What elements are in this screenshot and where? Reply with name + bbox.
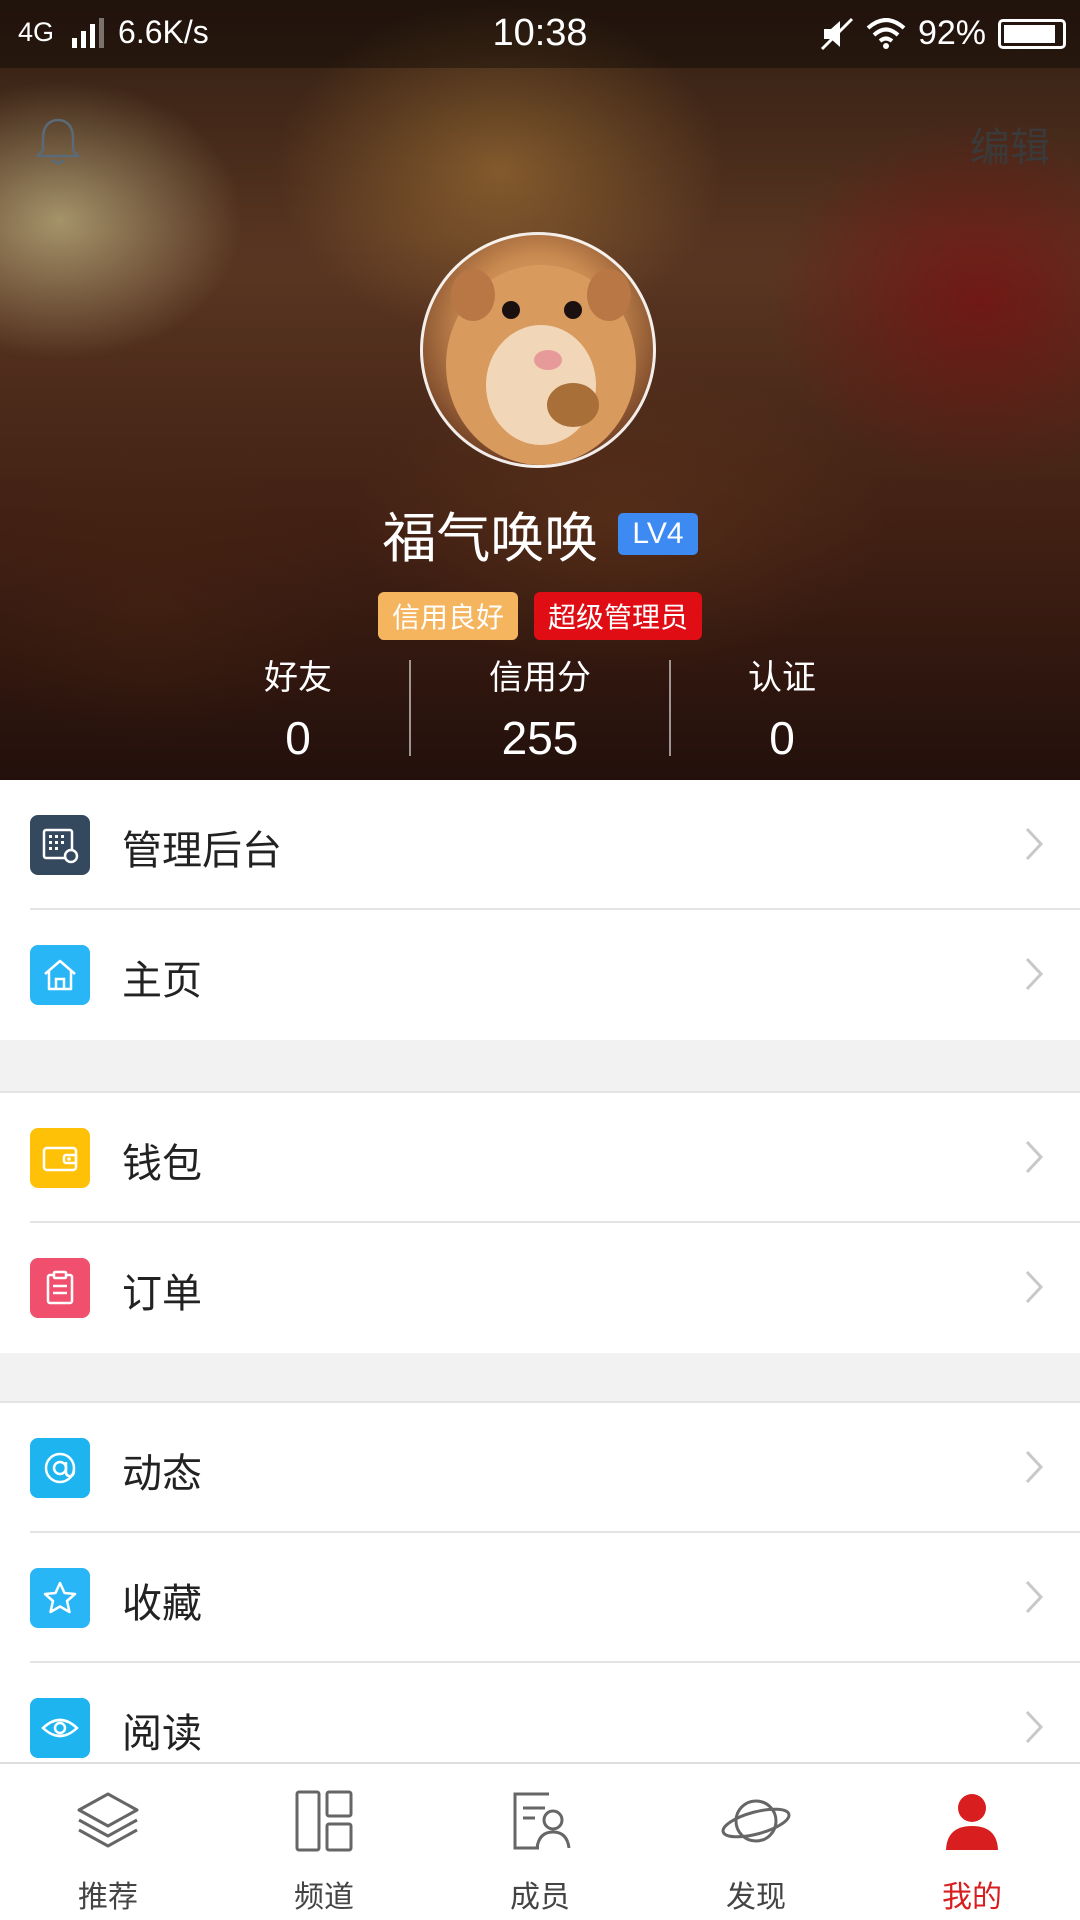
chevron-right-icon: [1025, 1580, 1044, 1614]
menu-item-label: 收藏: [122, 1581, 202, 1627]
stat-label: 认证: [748, 658, 816, 698]
edit-button[interactable]: 编辑: [970, 115, 1050, 173]
nav-tab-channels[interactable]: 频道: [216, 1764, 432, 1920]
nav-tab-recommend[interactable]: 推荐: [0, 1764, 216, 1920]
admin-panel-icon: [30, 815, 90, 875]
stat-verification[interactable]: 认证 0: [662, 650, 902, 765]
at-icon: [30, 1438, 90, 1498]
chevron-right-icon: [1025, 957, 1044, 991]
grid-icon: [295, 1790, 353, 1852]
menu-item-wallet[interactable]: 钱包: [0, 1093, 1080, 1223]
nav-label: 推荐: [78, 1880, 138, 1915]
nav-label: 我的: [942, 1880, 1002, 1915]
member-card-icon: [513, 1792, 571, 1850]
stats-bar: 好友 0 信用分 255 认证 0: [0, 650, 1080, 764]
stat-label: 好友: [264, 658, 332, 698]
bell-icon[interactable]: [34, 116, 82, 172]
menu-item-label: 阅读: [122, 1711, 202, 1757]
nav-tab-discover[interactable]: 发现: [648, 1764, 864, 1920]
menu-item-label: 动态: [122, 1451, 202, 1497]
menu-item-admin-panel[interactable]: 管理后台: [0, 780, 1080, 910]
menu-group-admin: 管理后台 主页: [0, 780, 1080, 1040]
menu-group-content: 动态 收藏 阅读: [0, 1401, 1080, 1793]
bottom-nav: 推荐 频道 成员 发现 我的: [0, 1762, 1080, 1920]
menu-item-orders[interactable]: 订单: [0, 1223, 1080, 1353]
admin-tag: 超级管理员: [534, 592, 703, 640]
profile-header: 4G 6.6K/s 10:38 92% 编辑 福气唤唤 LV4 信用良好 超级管…: [0, 0, 1080, 780]
wifi-icon: [866, 17, 906, 49]
credit-tag: 信用良好: [377, 592, 518, 640]
stat-value: 255: [501, 712, 579, 764]
menu-group-finance: 钱包 订单: [0, 1091, 1080, 1353]
stat-friends[interactable]: 好友 0: [178, 650, 418, 765]
chevron-right-icon: [1025, 1450, 1044, 1484]
planet-icon: [721, 1799, 791, 1843]
menu-item-label: 钱包: [122, 1141, 202, 1187]
nav-label: 频道: [294, 1880, 354, 1915]
nav-tab-members[interactable]: 成员: [432, 1764, 648, 1920]
menu-item-label: 主页: [122, 958, 202, 1004]
order-icon: [30, 1258, 90, 1318]
nav-label: 成员: [510, 1880, 570, 1915]
stat-divider: [409, 660, 411, 756]
nav-label: 发现: [726, 1880, 786, 1915]
battery-percent: 92%: [917, 14, 986, 52]
stat-value: 0: [285, 712, 311, 764]
menu-item-favorites[interactable]: 收藏: [0, 1533, 1080, 1663]
status-bar: 4G 6.6K/s 10:38 92%: [0, 0, 1080, 68]
chevron-right-icon: [1025, 827, 1044, 861]
nav-tab-mine[interactable]: 我的: [864, 1764, 1080, 1920]
user-icon: [946, 1794, 998, 1850]
username: 福气唤唤: [382, 507, 599, 570]
menu-item-label: 管理后台: [122, 828, 282, 874]
level-badge: LV4: [618, 512, 698, 555]
stat-credit-score[interactable]: 信用分 255: [420, 650, 660, 765]
stat-label: 信用分: [489, 658, 591, 698]
stat-value: 0: [769, 712, 795, 764]
menu-item-label: 订单: [122, 1271, 202, 1317]
chevron-right-icon: [1025, 1270, 1044, 1304]
chevron-right-icon: [1025, 1140, 1044, 1174]
wallet-icon: [30, 1128, 90, 1188]
chevron-right-icon: [1025, 1710, 1044, 1744]
layers-icon: [77, 1792, 139, 1848]
eye-icon: [30, 1698, 90, 1758]
star-icon: [30, 1568, 90, 1628]
menu-item-home[interactable]: 主页: [0, 910, 1080, 1040]
battery-icon: [998, 18, 1066, 49]
avatar[interactable]: [420, 232, 656, 468]
menu-item-activity[interactable]: 动态: [0, 1403, 1080, 1533]
mute-icon: [820, 17, 853, 50]
home-icon: [30, 945, 90, 1005]
